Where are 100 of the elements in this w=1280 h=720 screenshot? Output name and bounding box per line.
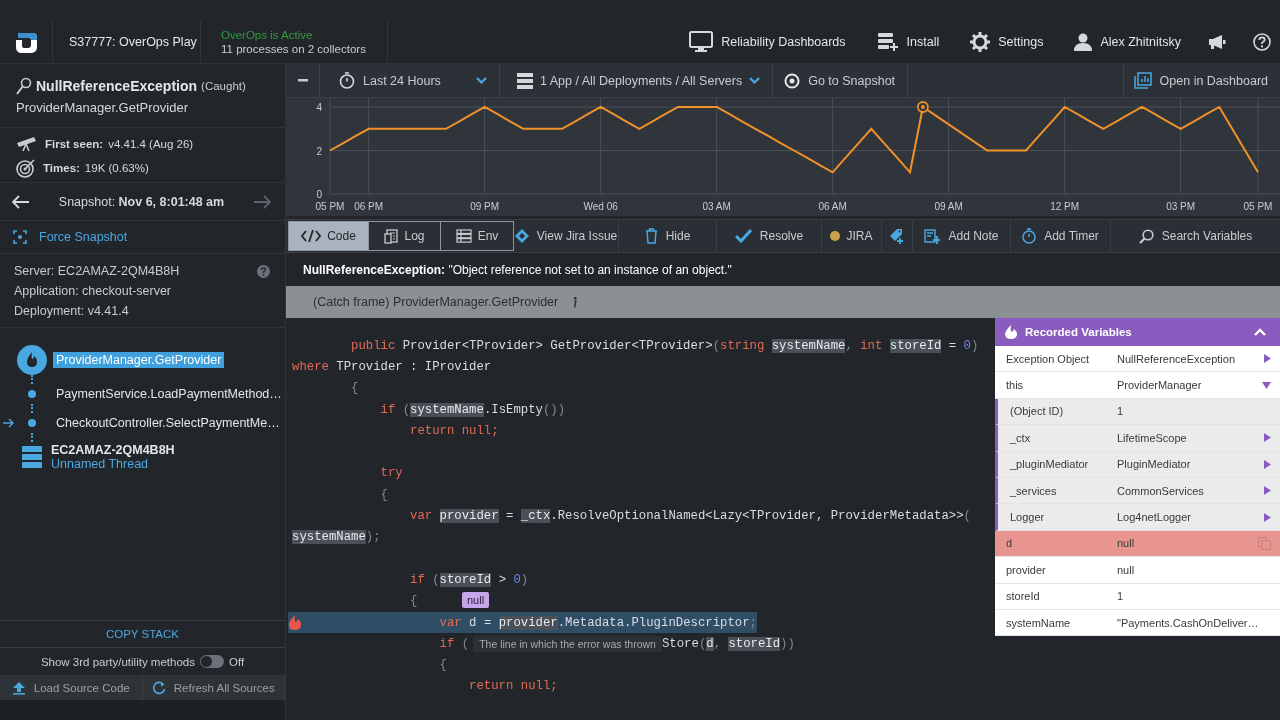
frame-dot-icon [28, 419, 36, 427]
expand-arrow-icon[interactable] [1264, 486, 1271, 496]
search-icon [1138, 228, 1154, 244]
x-tick-label: 12 PM [1050, 201, 1080, 212]
go-to-snapshot-button[interactable]: Go to Snapshot [773, 64, 909, 97]
variable-name: _pluginMediator [1010, 458, 1090, 471]
times-label: Times: [43, 162, 80, 174]
variable-row[interactable]: _services CommonServices [995, 477, 1280, 505]
add-timer-button[interactable]: Add Timer [1011, 220, 1111, 252]
toggle-state: Off [228, 655, 245, 668]
variable-row[interactable]: _pluginMediator PluginMediator [995, 451, 1280, 478]
app-name[interactable]: S37777: OverOps Play [69, 34, 197, 49]
view-jira-issue-button[interactable]: View Jira Issue [514, 220, 619, 252]
code-tab[interactable]: Code [289, 222, 369, 250]
expand-arrow-icon[interactable] [1264, 459, 1271, 469]
deployment-info: Deployment: v4.41.4 [14, 303, 129, 318]
exception-name: NullReferenceException [36, 78, 198, 94]
variable-row[interactable]: (Object ID) 1 [995, 398, 1280, 426]
previous-arrow-icon[interactable] [12, 194, 30, 209]
megaphone-icon[interactable] [1208, 33, 1226, 50]
x-tick-label: Wed 06 [583, 201, 618, 212]
variable-name: Logger [1010, 511, 1046, 524]
expand-arrow-icon[interactable] [1264, 512, 1271, 522]
collapse-chevron-icon[interactable] [1254, 328, 1266, 336]
stack-frame[interactable]: CheckoutController.SelectPaymentMe… [53, 415, 283, 431]
variable-value: "Payments.CashOnDeliver… [1117, 616, 1260, 629]
variables-header[interactable]: Recorded Variables [995, 318, 1280, 346]
code-line: if (storeId > 0) [409, 572, 529, 587]
server-icon [22, 446, 42, 468]
variable-value: NullReferenceException [1117, 352, 1236, 365]
hide-button[interactable]: Hide [619, 220, 717, 252]
stack-frame[interactable]: PaymentService.LoadPaymentMethod… [53, 386, 285, 402]
variable-row[interactable]: d null [995, 530, 1280, 558]
stopwatch-icon [1022, 228, 1037, 244]
expand-arrow-icon[interactable] [1264, 354, 1271, 364]
toggle-switch[interactable] [199, 655, 224, 668]
trash-icon [644, 228, 658, 244]
target-icon [16, 158, 36, 178]
jira-button[interactable]: JIRA [822, 220, 882, 252]
resolve-button[interactable]: Resolve [717, 220, 822, 252]
thread-name: Unnamed Thread [51, 457, 149, 471]
y-tick-label: 4 [316, 102, 322, 113]
status-detail: 11 processes on 2 collectors [221, 42, 367, 55]
variable-row[interactable]: provider null [995, 557, 1280, 584]
variable-row[interactable]: Exception Object NullReferenceException [995, 346, 1280, 373]
code-line: return null; [409, 423, 499, 438]
target-icon [784, 72, 801, 89]
code-line: where TProvider : IProvider [292, 359, 492, 374]
caught-label: (Caught) [201, 80, 246, 92]
variable-value: Log4netLogger [1117, 511, 1192, 524]
info-icon[interactable] [572, 296, 578, 308]
variable-value: null [1117, 537, 1136, 550]
exception-method: ProviderManager.GetProvider [16, 100, 188, 115]
open-in-dashboard-button[interactable]: Open in Dashboard [1122, 64, 1280, 97]
variable-name: (Object ID) [1010, 405, 1065, 418]
settings-link[interactable]: Settings [970, 31, 1044, 52]
filter-dropdown[interactable]: 1 App / All Deployments / All Servers [500, 64, 774, 97]
next-arrow-icon[interactable] [253, 194, 271, 209]
add-note-button[interactable]: Add Note [913, 220, 1011, 252]
variable-value: 1 [1117, 405, 1125, 418]
code-line: { [350, 381, 359, 396]
list-icon [517, 72, 533, 89]
copy-stack-link[interactable]: COPY STACK [105, 628, 180, 640]
variable-row[interactable]: this ProviderManager [995, 372, 1280, 399]
user-icon [1074, 32, 1093, 51]
x-tick-label: 06 AM [818, 201, 847, 212]
dashboards-link[interactable]: Reliability Dashboards [689, 30, 846, 53]
minus-icon [297, 79, 308, 82]
tag-plus-icon [889, 228, 905, 244]
variable-name: provider [1006, 563, 1047, 576]
x-tick-label: 03 PM [1166, 201, 1196, 212]
times-value: 19K (0.63%) [84, 162, 149, 174]
code-line: return null; [468, 679, 558, 694]
install-link[interactable]: Install [876, 31, 940, 52]
user-menu[interactable]: Alex Zhitnitsky [1074, 32, 1181, 51]
help-icon[interactable] [1253, 32, 1271, 51]
variable-name: this [1006, 379, 1025, 392]
chevron-down-icon [749, 77, 761, 84]
x-tick-label: 03 AM [702, 201, 731, 212]
snapshot-marker[interactable] [917, 101, 929, 113]
variable-row[interactable]: _ctx LifetimeScope [995, 425, 1280, 452]
variable-row[interactable]: Logger Log4netLogger [995, 504, 1280, 531]
chevron-down-icon [476, 77, 487, 84]
variable-row[interactable]: systemName "Payments.CashOnDeliver… [995, 609, 1280, 637]
variable-name: _ctx [1010, 431, 1032, 444]
first-seen-value: v4.41.4 (Aug 26) [108, 138, 194, 150]
variable-row[interactable]: storeId 1 [995, 583, 1280, 610]
variable-name: d [1006, 537, 1014, 550]
collapse-arrow-icon[interactable] [1262, 381, 1271, 389]
variable-value: 1 [1117, 590, 1125, 603]
thread-host: EC2AMAZ-2QM4B8H [51, 443, 175, 457]
upload-icon [11, 680, 26, 695]
variable-value: PluginMediator [1117, 458, 1192, 471]
search-variables-button[interactable]: Search Variables [1111, 220, 1280, 252]
time-range-dropdown[interactable]: Last 24 Hours [320, 64, 500, 97]
code-line: { [379, 487, 388, 502]
expand-arrow-icon[interactable] [1264, 433, 1271, 443]
table-icon [455, 229, 472, 243]
force-snapshot-link[interactable]: Force Snapshot [39, 230, 128, 244]
toggle-label: Show 3rd party/utility methods [40, 655, 195, 668]
